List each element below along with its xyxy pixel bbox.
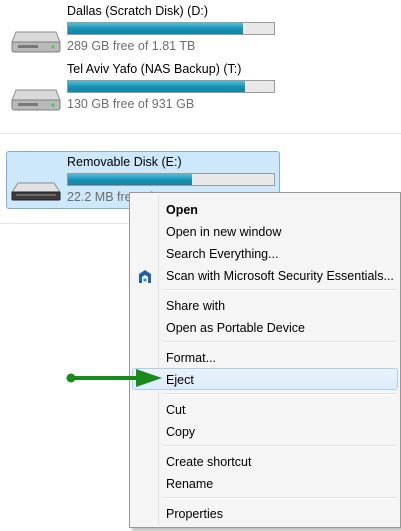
menu-item-cut[interactable]: Cut <box>132 398 398 420</box>
menu-item-open-portable-device[interactable]: Open as Portable Device <box>132 316 398 338</box>
removable-drive-icon <box>11 182 61 201</box>
hard-drive-icon <box>11 31 61 53</box>
menu-item-search-everything[interactable]: Search Everything... <box>132 242 398 264</box>
drive-name: Removable Disk (E:) <box>67 155 182 169</box>
hard-drive-icon <box>11 89 61 111</box>
drive-item-t[interactable]: Tel Aviv Yafo (NAS Backup) (T:) 130 GB f… <box>6 62 280 116</box>
menu-separator <box>163 393 396 395</box>
microsoft-security-essentials-icon <box>139 270 151 283</box>
menu-item-format[interactable]: Format... <box>132 346 398 368</box>
menu-item-rename[interactable]: Rename <box>132 472 398 494</box>
context-menu: Open Open in new window Search Everythin… <box>129 192 401 528</box>
menu-item-open[interactable]: Open <box>132 198 398 220</box>
capacity-bar-fill <box>68 174 192 185</box>
green-arrow-pointer <box>66 369 162 387</box>
menu-item-share-with[interactable]: Share with <box>132 294 398 316</box>
menu-item-copy[interactable]: Copy <box>132 420 398 442</box>
menu-item-open-new-window[interactable]: Open in new window <box>132 220 398 242</box>
drive-free-space: 289 GB free of 1.81 TB <box>67 39 196 53</box>
menu-separator <box>163 497 396 499</box>
capacity-bar <box>67 22 275 35</box>
section-divider <box>0 133 401 134</box>
drive-name: Tel Aviv Yafo (NAS Backup) (T:) <box>67 62 242 76</box>
drive-name: Dallas (Scratch Disk) (D:) <box>67 4 208 18</box>
menu-item-eject[interactable]: Eject <box>132 368 398 390</box>
menu-item-properties[interactable]: Properties <box>132 502 398 524</box>
menu-item-create-shortcut[interactable]: Create shortcut <box>132 450 398 472</box>
menu-item-scan-mse[interactable]: Scan with Microsoft Security Essentials.… <box>132 264 398 286</box>
capacity-bar <box>67 173 275 186</box>
section-divider <box>0 223 129 224</box>
capacity-bar-fill <box>68 81 246 92</box>
capacity-bar <box>67 80 275 93</box>
menu-separator <box>163 341 396 343</box>
menu-separator <box>163 289 396 291</box>
menu-separator <box>163 445 396 447</box>
drive-free-space: 130 GB free of 931 GB <box>67 97 195 111</box>
drive-item-d[interactable]: Dallas (Scratch Disk) (D:) 289 GB free o… <box>6 4 280 58</box>
capacity-bar-fill <box>68 23 244 34</box>
